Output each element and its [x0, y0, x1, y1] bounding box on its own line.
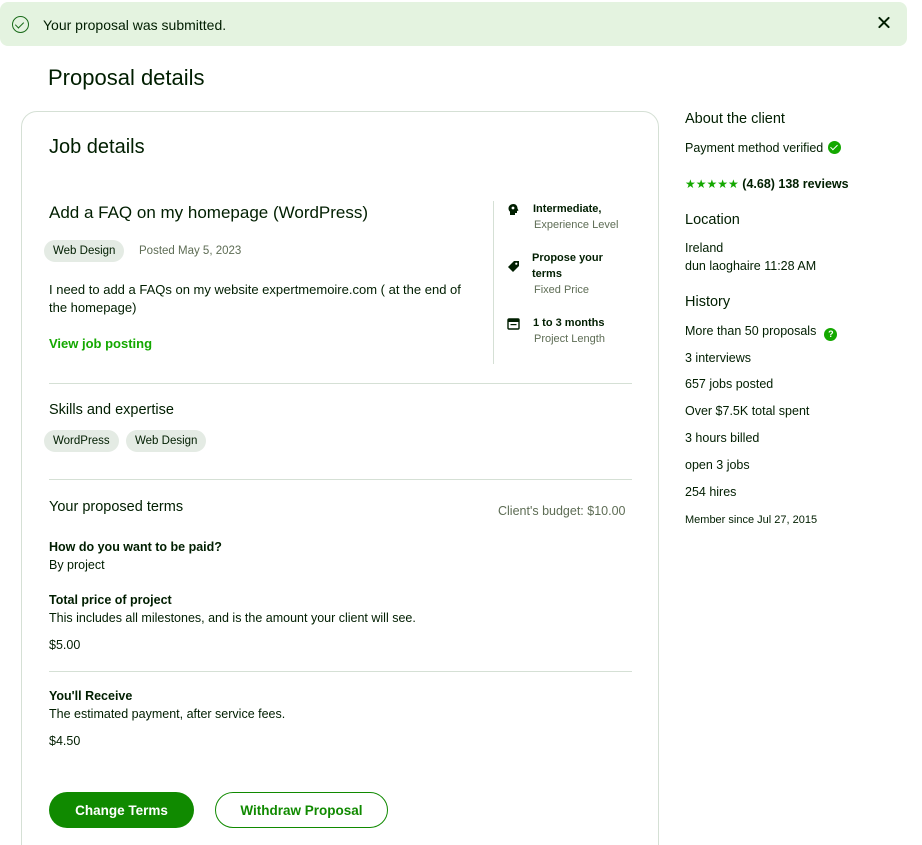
- change-terms-button[interactable]: Change Terms: [49, 792, 194, 828]
- job-description: I need to add a FAQs on my website exper…: [49, 282, 461, 315]
- fact-main: 1 to 3 months: [533, 317, 605, 329]
- history-proposals: More than 50 proposals?: [685, 324, 838, 341]
- calendar-icon: [507, 318, 520, 330]
- total-price-value: $5.00: [49, 638, 81, 652]
- member-since: Member since Jul 27, 2015: [685, 514, 818, 526]
- payment-answer: By project: [49, 558, 105, 572]
- fact-sub: Fixed Price: [534, 284, 590, 296]
- withdraw-proposal-button[interactable]: Withdraw Proposal: [215, 792, 388, 828]
- payment-question: How do you want to be paid?: [49, 540, 222, 554]
- history-jobs-posted: 657 jobs posted: [685, 377, 774, 391]
- client-city-time: dun laoghaire 11:28 AM: [685, 259, 817, 273]
- fact-sub: Experience Level: [534, 219, 619, 231]
- payment-verified: Payment method verified: [685, 141, 842, 155]
- brain-icon: [508, 204, 519, 215]
- skills-title: Skills and expertise: [49, 402, 174, 418]
- receive-label: You'll Receive: [49, 689, 133, 703]
- history-title: History: [685, 294, 731, 310]
- category-chip[interactable]: Web Design: [44, 240, 125, 262]
- receive-value: $4.50: [49, 734, 81, 748]
- client-rating: ★★★★★ (4.68) 138 reviews: [685, 177, 849, 191]
- total-price-description: This includes all milestones, and is the…: [49, 611, 416, 625]
- job-title: Add a FAQ on my homepage (WordPress): [49, 203, 369, 222]
- divider: [49, 383, 632, 384]
- tag-icon: [508, 261, 519, 272]
- posted-date: Posted May 5, 2023: [139, 245, 242, 257]
- job-details-card: Job details Add a FAQ on my homepage (Wo…: [21, 111, 659, 845]
- fact-main: Intermediate,: [533, 203, 602, 215]
- check-circle-icon: [12, 16, 29, 33]
- fact-sub: Project Length: [534, 333, 605, 345]
- about-client-title: About the client: [685, 111, 785, 127]
- total-price-label: Total price of project: [49, 593, 172, 607]
- divider: [49, 479, 632, 480]
- location-title: Location: [685, 212, 740, 228]
- client-budget: Client's budget: $10.00: [498, 504, 626, 518]
- history-total-spent: Over $7.5K total spent: [685, 404, 810, 418]
- payment-verified-label: Payment method verified: [685, 141, 824, 155]
- page-title: Proposal details: [48, 65, 205, 90]
- divider: [49, 671, 632, 672]
- skill-chip[interactable]: Web Design: [126, 430, 207, 452]
- vertical-divider: [493, 201, 494, 364]
- rating-text: (4.68) 138 reviews: [742, 177, 849, 191]
- close-icon[interactable]: [874, 13, 894, 33]
- verified-check-icon: [828, 141, 842, 154]
- proposals-count: More than 50 proposals: [685, 324, 817, 338]
- client-country: Ireland: [685, 241, 724, 255]
- fact-main: Propose your terms: [532, 252, 603, 280]
- rating-stars-icon: ★★★★★: [685, 177, 739, 191]
- receive-description: The estimated payment, after service fee…: [49, 707, 286, 721]
- history-hires: 254 hires: [685, 485, 737, 499]
- history-hours-billed: 3 hours billed: [685, 431, 760, 445]
- skill-chip[interactable]: WordPress: [44, 430, 119, 452]
- help-icon[interactable]: ?: [824, 328, 838, 341]
- history-open-jobs: open 3 jobs: [685, 458, 750, 472]
- banner-message: Your proposal was submitted.: [43, 17, 227, 33]
- section-title-job-details: Job details: [49, 136, 145, 158]
- history-interviews: 3 interviews: [685, 351, 751, 365]
- proposed-terms-title: Your proposed terms: [49, 499, 184, 515]
- view-job-posting-link[interactable]: View job posting: [49, 336, 152, 351]
- success-banner: Your proposal was submitted.: [0, 2, 907, 46]
